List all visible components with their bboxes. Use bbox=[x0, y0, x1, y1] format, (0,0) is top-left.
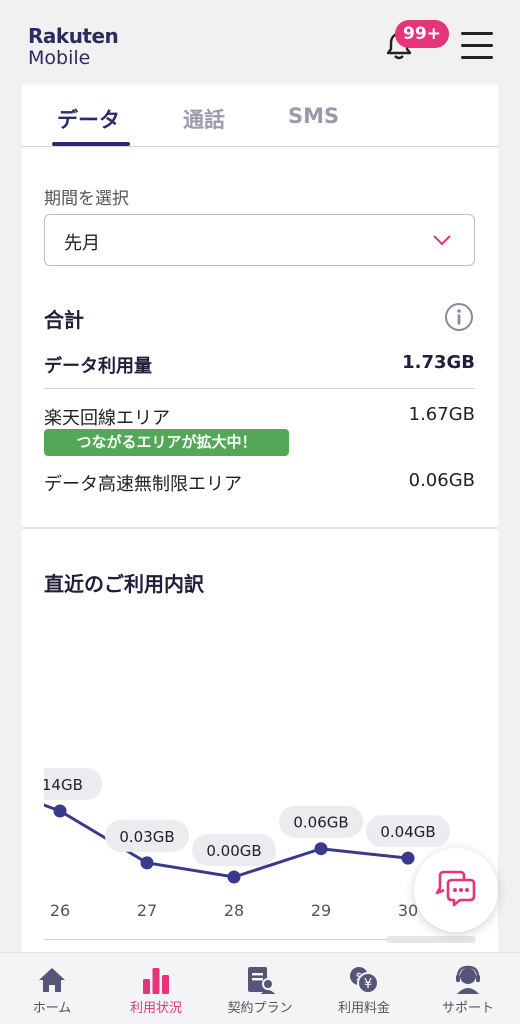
notification-badge[interactable]: 99+ bbox=[395, 20, 449, 48]
rakuten-mobile-logo[interactable]: Rakuten Mobile bbox=[28, 24, 119, 69]
rakuten-area-label: 楽天回線エリア bbox=[44, 408, 170, 429]
nav-home[interactable]: ホーム bbox=[0, 953, 104, 1024]
data-point[interactable] bbox=[314, 842, 328, 856]
support-icon bbox=[456, 965, 480, 994]
nav-fee-label: 利用料金 bbox=[337, 1001, 390, 1016]
app-header: Rakuten Mobile 99+ bbox=[0, 0, 520, 84]
tab-data[interactable]: データ bbox=[57, 104, 120, 134]
fee-icon: $ ¥ bbox=[350, 967, 379, 994]
tab-calls[interactable]: 通話 bbox=[183, 104, 225, 134]
x-tick-label: 29 bbox=[311, 901, 331, 920]
data-label: 0.06GB bbox=[293, 814, 348, 832]
recent-usage-title: 直近のご利用内訳 bbox=[44, 572, 204, 596]
nav-support-label: サポート bbox=[441, 1001, 494, 1016]
period-selected-value: 先月 bbox=[64, 233, 100, 254]
data-usage-value: 1.73GB bbox=[402, 352, 475, 373]
nav-fee[interactable]: $ ¥ 利用料金 bbox=[312, 953, 416, 1024]
x-tick-label: 28 bbox=[224, 901, 244, 920]
logo-line2: Mobile bbox=[28, 47, 91, 69]
x-tick-label: 30 bbox=[398, 901, 418, 920]
area-expansion-badge[interactable]: つながるエリアが拡大中！ bbox=[44, 429, 289, 456]
period-label: 期間を選択 bbox=[44, 189, 129, 209]
active-tab-indicator bbox=[52, 142, 130, 146]
hamburger-menu-icon[interactable] bbox=[461, 30, 495, 60]
chevron-down-icon bbox=[433, 235, 451, 246]
tab-sms[interactable]: SMS bbox=[288, 104, 339, 128]
unlimited-area-label: データ高速無制限エリア bbox=[44, 474, 242, 495]
x-tick-label: 27 bbox=[137, 901, 157, 920]
divider bbox=[44, 388, 475, 389]
data-label: 0.03GB bbox=[119, 828, 174, 846]
logo-line1: Rakuten bbox=[28, 24, 119, 48]
data-point[interactable] bbox=[53, 804, 67, 818]
usage-tabs: データ 通話 SMS bbox=[22, 84, 498, 147]
nav-usage-label: 利用状況 bbox=[129, 1001, 182, 1016]
nav-support[interactable]: サポート bbox=[416, 953, 520, 1024]
data-point[interactable] bbox=[227, 870, 241, 884]
data-point[interactable] bbox=[401, 851, 415, 865]
usage-bar-icon bbox=[143, 968, 169, 994]
bottom-navigation: ホーム 利用状況 契約プラン $ ¥ 利用料金 サポート bbox=[0, 952, 520, 1024]
data-label: 0.04GB bbox=[380, 823, 435, 841]
contract-icon bbox=[248, 967, 275, 994]
chat-bubble-icon bbox=[435, 870, 476, 907]
section-separator bbox=[22, 527, 498, 529]
svg-text:¥: ¥ bbox=[364, 977, 372, 992]
rakuten-area-value: 1.67GB bbox=[408, 404, 475, 425]
unlimited-area-value: 0.06GB bbox=[408, 470, 475, 491]
info-icon[interactable] bbox=[444, 302, 474, 332]
chart-scrollbar[interactable] bbox=[386, 936, 476, 943]
nav-contract[interactable]: 契約プラン bbox=[208, 953, 312, 1024]
usage-card: データ 通話 SMS 期間を選択 先月 合計 データ利用量 1.73GB 楽天回… bbox=[22, 84, 498, 952]
total-title: 合計 bbox=[44, 308, 84, 332]
data-usage-label: データ利用量 bbox=[44, 356, 152, 377]
x-tick-label: 26 bbox=[50, 901, 70, 920]
nav-home-label: ホーム bbox=[32, 1001, 72, 1016]
period-select[interactable]: 先月 bbox=[44, 214, 475, 266]
data-label: 0.00GB bbox=[206, 842, 261, 860]
nav-contract-label: 契約プラン bbox=[227, 1001, 293, 1016]
chat-support-button[interactable] bbox=[414, 848, 498, 932]
home-icon bbox=[39, 968, 65, 992]
data-label: .14GB bbox=[37, 776, 83, 794]
nav-usage[interactable]: 利用状況 bbox=[104, 953, 208, 1024]
data-point[interactable] bbox=[140, 856, 154, 870]
